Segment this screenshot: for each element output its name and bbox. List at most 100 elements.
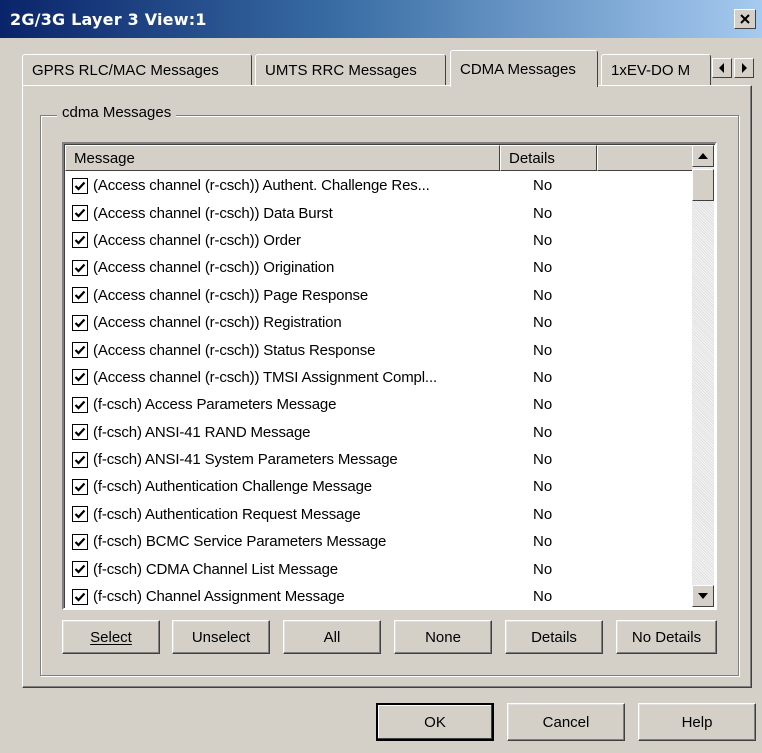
row-checkbox[interactable] [72,588,88,605]
unselect-label: Unselect [191,628,251,646]
cancel-label: Cancel [542,713,590,731]
arrow-right-icon [742,63,747,73]
row-message: (f-csch) ANSI-41 RAND Message [93,423,311,441]
table-row[interactable]: (Access channel (r-csch)) Status Respons… [65,336,694,363]
table-row[interactable]: (f-csch) BCMC Service Parameters Message… [65,528,694,555]
table-row[interactable]: (Access channel (r-csch)) Authent. Chall… [65,172,694,199]
arrow-up-icon [698,153,708,159]
table-row[interactable]: (Access channel (r-csch)) Data Burst No [65,199,694,226]
checkmark-icon [74,592,86,602]
row-checkbox[interactable] [72,396,88,413]
row-message: (Access channel (r-csch)) Authent. Chall… [93,177,430,195]
group-title: cdma Messages [57,104,177,121]
scroll-down-button[interactable] [692,585,714,607]
title-bar[interactable]: 2G/3G Layer 3 View:1 [0,0,762,38]
row-message: (Access channel (r-csch)) Data Burst [93,204,333,222]
row-checkbox[interactable] [72,506,88,523]
row-checkbox[interactable] [72,533,88,550]
select-button[interactable]: Select [62,620,160,654]
all-button[interactable]: All [283,620,381,654]
cancel-button[interactable]: Cancel [507,703,625,741]
scroll-thumb[interactable] [692,169,714,201]
row-message: (Access channel (r-csch)) Status Respons… [93,341,376,359]
row-checkbox[interactable] [72,287,88,304]
tab-gprs-rlc-mac[interactable]: GPRS RLC/MAC Messages [22,54,252,86]
tab-label: UMTS RRC Messages [265,62,417,79]
row-details: No [533,286,553,304]
close-icon [740,14,750,24]
list-rows: (Access channel (r-csch)) Authent. Chall… [65,172,694,608]
column-header-blank[interactable] [597,145,694,171]
list-header: Message Details [65,145,694,171]
column-header-message[interactable]: Message [65,145,500,171]
checkmark-icon [74,564,86,574]
scroll-up-button[interactable] [692,145,714,167]
row-checkbox[interactable] [72,314,88,331]
table-row[interactable]: (f-csch) CDMA Channel List Message No [65,555,694,582]
row-details: No [533,259,553,277]
table-row[interactable]: (Access channel (r-csch)) Order No [65,227,694,254]
checkmark-icon [74,236,86,246]
row-message: (Access channel (r-csch)) Page Response [93,286,369,304]
row-message: (f-csch) Channel Assignment Message [93,588,345,606]
tab-scroll-left-button[interactable] [712,58,732,78]
table-row[interactable]: (Access channel (r-csch)) Registration No [65,309,694,336]
unselect-button[interactable]: Unselect [172,620,270,654]
column-header-details[interactable]: Details [500,145,597,171]
ok-button[interactable]: OK [376,703,494,741]
row-checkbox[interactable] [72,232,88,249]
table-row[interactable]: (f-csch) Authentication Request Message N… [65,501,694,528]
checkmark-icon [74,208,86,218]
message-list[interactable]: Message Details (Access channel (r-csch)… [62,142,717,610]
details-label: Details [531,628,577,646]
table-row[interactable]: (Access channel (r-csch)) Origination No [65,254,694,281]
row-checkbox[interactable] [72,369,88,386]
row-checkbox[interactable] [72,478,88,495]
row-message: (f-csch) Access Parameters Message [93,396,337,414]
row-checkbox[interactable] [72,205,88,222]
checkmark-icon [74,291,86,300]
tab-cdma[interactable]: CDMA Messages [450,50,598,87]
row-message: (f-csch) CDMA Channel List Message [93,560,338,578]
row-checkbox[interactable] [72,451,88,468]
row-checkbox[interactable] [72,424,88,441]
row-details: No [533,478,553,496]
row-message: (f-csch) Authentication Request Message [93,505,361,523]
row-checkbox[interactable] [72,259,88,276]
table-row[interactable]: (Access channel (r-csch)) Page Response N… [65,282,694,309]
no-details-button[interactable]: No Details [616,620,717,654]
row-details: No [533,341,553,359]
tab-umts-rrc[interactable]: UMTS RRC Messages [255,54,446,86]
arrow-left-icon [719,63,724,73]
details-button[interactable]: Details [505,620,603,654]
checkmark-icon [74,181,86,191]
row-details: No [533,505,553,523]
table-row[interactable]: (f-csch) ANSI-41 System Parameters Messa… [65,446,694,473]
row-message: (Access channel (r-csch)) TMSI Assignmen… [93,368,437,386]
table-row[interactable]: (Access channel (r-csch)) TMSI Assignmen… [65,364,694,391]
row-details: No [533,314,553,332]
table-row[interactable]: (f-csch) Access Parameters Message No [65,391,694,418]
no-details-label: No Details [631,628,702,646]
row-checkbox[interactable] [72,342,88,359]
vertical-scrollbar[interactable] [692,145,714,607]
checkmark-icon [74,427,86,437]
checkmark-icon [74,510,86,519]
row-checkbox[interactable] [72,561,88,578]
none-button[interactable]: None [394,620,492,654]
checkmark-icon [74,455,86,465]
all-label: All [323,628,341,646]
tab-scroll-right-button[interactable] [734,58,754,78]
table-row[interactable]: (f-csch) ANSI-41 RAND Message No [65,419,694,446]
table-row[interactable]: (f-csch) Authentication Challenge Messag… [65,473,694,500]
row-details: No [533,423,553,441]
row-checkbox[interactable] [72,177,88,194]
help-button[interactable]: Help [638,703,756,741]
tab-1xev-do[interactable]: 1xEV-DO M [601,54,711,86]
row-details: No [533,396,553,414]
row-message: (f-csch) ANSI-41 System Parameters Messa… [93,451,398,469]
select-label: Select [90,628,132,646]
checkmark-icon [74,400,86,410]
table-row[interactable]: (f-csch) Channel Assignment Message No [65,583,694,608]
close-button[interactable] [734,9,756,29]
